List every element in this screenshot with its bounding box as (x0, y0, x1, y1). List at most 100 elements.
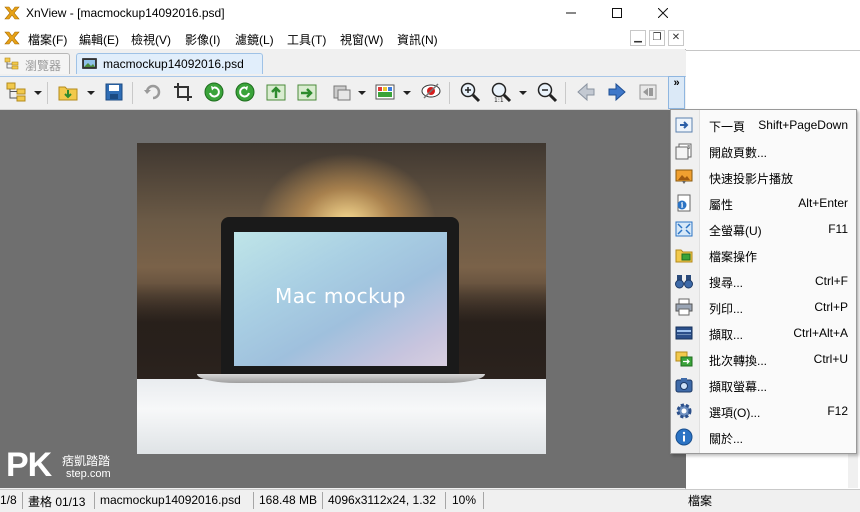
printer-icon (675, 298, 693, 316)
menu-item-print[interactable]: 列印... Ctrl+P (671, 294, 856, 320)
menu-item-slideshow[interactable]: 快速投影片播放 (671, 164, 856, 190)
resize-up-icon[interactable] (265, 81, 287, 103)
menu-info[interactable]: 資訊(N) (397, 31, 438, 48)
menu-item-next-page[interactable]: 下一頁 Shift+PageDown (671, 112, 856, 138)
menu-item-fullscreen[interactable]: 全螢幕(U) F11 (671, 216, 856, 242)
menu-item-batch-convert[interactable]: 批次轉換... Ctrl+U (671, 346, 856, 372)
toolbar-separator (132, 82, 133, 104)
status-bar: 1/8 畫格 01/13 macmockup14092016.psd 168.4… (0, 489, 686, 512)
menu-image[interactable]: 影像(I) (185, 31, 220, 48)
screen-capture-icon (675, 378, 693, 393)
svg-text:1:1: 1:1 (494, 97, 504, 103)
search-binoculars-icon (675, 275, 693, 289)
menu-item-file-operations[interactable]: 檔案操作 (671, 242, 856, 268)
zoom-dropdown-arrow[interactable] (519, 91, 527, 95)
menu-item-label: 下一頁 (709, 120, 746, 134)
first-page-icon[interactable] (637, 81, 659, 103)
menu-item-shortcut: Ctrl+P (814, 300, 848, 314)
title-bar[interactable]: XnView - [macmockup14092016.psd] (0, 0, 686, 27)
menu-item-label: 批次轉換... (709, 354, 768, 368)
next-arrow-icon[interactable] (606, 81, 628, 103)
undo-icon[interactable] (142, 81, 164, 103)
rotate-left-icon[interactable] (203, 81, 225, 103)
xnview-logo-icon (4, 6, 20, 20)
zoom-in-icon[interactable] (459, 81, 481, 103)
close-button[interactable] (640, 0, 686, 27)
rotate-right-icon[interactable] (234, 81, 256, 103)
menu-item-label: 擷取... (709, 328, 744, 342)
toolbar-separator (47, 82, 48, 104)
crop-icon[interactable] (172, 81, 194, 103)
browser-tree-icon (4, 57, 19, 70)
toolbar-overflow-button[interactable]: » (668, 76, 685, 109)
menu-item-about[interactable]: 關於... (671, 424, 856, 450)
menu-window[interactable]: 視窗(W) (340, 31, 383, 48)
menu-item-label: 列印... (709, 302, 744, 316)
background-window-divider (686, 50, 860, 51)
menu-item-label: 擷取螢幕... (709, 380, 768, 394)
red-eye-icon[interactable] (420, 81, 442, 103)
slideshow-icon (675, 169, 693, 184)
displayed-image: Mac mockup (137, 143, 546, 454)
menu-item-screen-capture[interactable]: 擷取螢幕... (671, 372, 856, 398)
close-icon (657, 7, 669, 19)
transform-dropdown-arrow[interactable] (358, 91, 366, 95)
transform-icon[interactable] (330, 81, 352, 103)
file-ops-icon (675, 249, 693, 263)
menu-item-shortcut: Ctrl+U (813, 352, 848, 366)
browser-dropdown-arrow[interactable] (34, 91, 42, 95)
mdi-minimize-button[interactable]: ▁ (630, 30, 646, 46)
mdi-close-button[interactable]: ✕ (668, 30, 684, 46)
menu-file[interactable]: 檔案(F) (28, 31, 67, 48)
menu-tools[interactable]: 工具(T) (287, 31, 326, 48)
zoom-actual-icon[interactable]: 1:1 (490, 81, 512, 103)
open-folder-icon[interactable] (57, 81, 79, 103)
menu-view[interactable]: 檢視(V) (131, 31, 171, 48)
menu-item-search[interactable]: 搜尋... Ctrl+F (671, 268, 856, 294)
minimize-button[interactable] (548, 0, 594, 27)
svg-text:3: 3 (687, 145, 690, 151)
screen-mockup-text: Mac mockup (275, 284, 406, 308)
menu-item-shortcut: F12 (827, 404, 848, 418)
browser-tree-toolbar-icon[interactable] (5, 81, 27, 103)
menu-item-shortcut: Shift+PageDown (758, 118, 848, 132)
zoom-out-icon[interactable] (536, 81, 558, 103)
watermark-logo: PK (6, 446, 52, 484)
menu-item-label: 全螢幕(U) (709, 224, 762, 238)
watermark-site-text: step.com (66, 468, 111, 480)
adjust-colors-icon[interactable] (374, 81, 396, 103)
properties-icon: i (677, 194, 691, 212)
tab-image-file[interactable]: macmockup14092016.psd (76, 53, 263, 74)
open-dropdown-arrow[interactable] (87, 91, 95, 95)
about-info-icon (675, 428, 693, 446)
scanner-icon (675, 326, 693, 340)
xnview-window: XnView - [macmockup14092016.psd] 檔案(F) 編… (0, 0, 686, 512)
menu-item-properties[interactable]: i 屬性 Alt+Enter (671, 190, 856, 216)
watermark-cn-text: 痞凱踏踏 (62, 454, 111, 468)
convert-arrow-icon[interactable] (296, 81, 318, 103)
menu-item-label: 搜尋... (709, 276, 744, 290)
window-title: XnView - [macmockup14092016.psd] (26, 6, 225, 20)
toolbar: 1:1 (0, 77, 686, 110)
tab-browser[interactable]: 瀏覽器 (0, 53, 70, 74)
menu-item-options[interactable]: 選項(O)... F12 (671, 398, 856, 424)
mdi-restore-button[interactable]: ❐ (649, 30, 665, 46)
menu-filter[interactable]: 濾鏡(L) (235, 31, 274, 48)
maximize-button[interactable] (594, 0, 640, 27)
laptop-base (197, 374, 485, 383)
save-icon[interactable] (103, 81, 125, 103)
menu-item-label: 關於... (709, 432, 744, 446)
xnview-menu-logo-icon[interactable] (4, 31, 20, 45)
laptop-screen: Mac mockup (234, 232, 447, 366)
menu-item-shortcut: Ctrl+F (815, 274, 848, 288)
white-desk (137, 379, 546, 454)
menu-item-open-pages[interactable]: 3 開啟頁數... (671, 138, 856, 164)
previous-arrow-icon[interactable] (575, 81, 597, 103)
colors-dropdown-arrow[interactable] (403, 91, 411, 95)
menu-item-acquire[interactable]: 擷取... Ctrl+Alt+A (671, 320, 856, 346)
menu-edit[interactable]: 編輯(E) (79, 31, 119, 48)
options-gear-icon (676, 403, 692, 419)
toolbar-overflow-menu: 下一頁 Shift+PageDown 3 開啟頁數... 快速投影片播放 i 屬… (670, 109, 857, 454)
status-frame: 畫格 01/13 (28, 495, 86, 509)
status-page: 1/8 (0, 493, 17, 507)
